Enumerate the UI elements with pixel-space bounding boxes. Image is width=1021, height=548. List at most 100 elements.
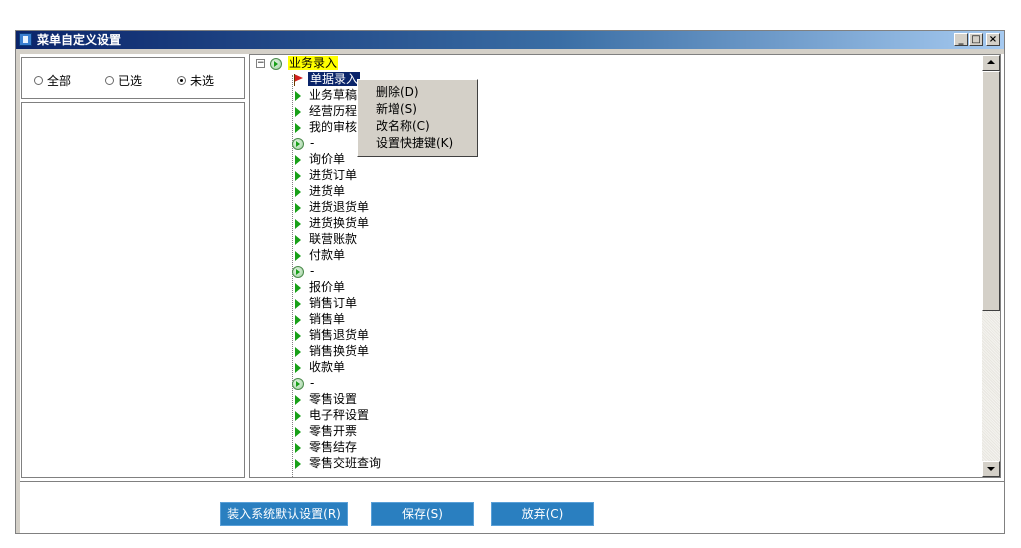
tree-item[interactable]: 进货换货单 [295, 215, 369, 231]
play-arrow-icon [295, 442, 301, 453]
tree-item-label: 零售交班查询 [309, 456, 382, 470]
play-arrow-icon [295, 298, 301, 309]
radio-selected[interactable]: 已选 [105, 72, 142, 89]
menu-tree-panel: − 业务录入 单据录入 业务草稿 经营历程 我的审核 - 询价单 进货订单 进货… [249, 54, 1001, 478]
tree-item-label: - [310, 376, 315, 390]
play-arrow-icon [295, 282, 301, 293]
separator-play-icon [292, 137, 304, 150]
client-area: 全部 已选 未选 − 业务录入 单据录入 业务草稿 经营历程 我的审核 - 询价… [20, 54, 1004, 533]
radio-circle-icon [34, 76, 43, 85]
tree-item-label: 零售结存 [309, 440, 358, 454]
play-arrow-icon [295, 154, 301, 165]
tree-item[interactable]: 报价单 [295, 279, 345, 295]
tree-item[interactable]: 销售换货单 [295, 343, 369, 359]
menu-tree[interactable]: − 业务录入 单据录入 业务草稿 经营历程 我的审核 - 询价单 进货订单 进货… [250, 55, 982, 477]
play-arrow-icon [295, 330, 301, 341]
available-menu-list[interactable] [21, 102, 245, 478]
radio-unselected[interactable]: 未选 [177, 72, 214, 89]
tree-item[interactable]: 进货退货单 [295, 199, 369, 215]
radio-selected-label: 已选 [118, 74, 143, 88]
tree-item[interactable]: 销售订单 [295, 295, 357, 311]
maximize-button[interactable]: □ [969, 33, 983, 46]
play-arrow-icon [295, 314, 301, 325]
tree-separator[interactable]: - [292, 263, 314, 279]
app-icon [19, 33, 32, 46]
tree-item-label: - [310, 136, 315, 150]
radio-unselected-label: 未选 [190, 74, 215, 88]
tree-item-label: 电子秤设置 [309, 408, 370, 422]
tree-item-label: 报价单 [309, 280, 346, 294]
folder-play-icon [270, 57, 282, 70]
context-menu: 删除(D) 新增(S) 改名称(C) 设置快捷键(K) [357, 79, 478, 157]
tree-item[interactable]: 电子秤设置 [295, 407, 369, 423]
tree-item[interactable]: 付款单 [295, 247, 345, 263]
tree-item-label: 销售订单 [309, 296, 358, 310]
separator-play-icon [292, 377, 304, 390]
tree-separator[interactable]: - [292, 375, 314, 391]
tree-item[interactable]: 业务草稿 [295, 87, 357, 103]
tree-item-label: 进货单 [309, 184, 346, 198]
play-arrow-icon [295, 90, 301, 101]
radio-checked-icon [177, 76, 186, 85]
tree-item[interactable]: 进货单 [295, 183, 345, 199]
tree-item-label: 进货退货单 [309, 200, 370, 214]
radio-circle-icon [105, 76, 114, 85]
load-default-button[interactable]: 装入系统默认设置(R) [220, 502, 348, 526]
tree-item[interactable]: 收款单 [295, 359, 345, 375]
play-arrow-icon [295, 458, 301, 469]
tree-item[interactable]: 零售结存 [295, 439, 357, 455]
scroll-down-arrow-icon[interactable] [982, 461, 1000, 477]
scroll-up-arrow-icon[interactable] [982, 55, 1000, 71]
play-arrow-icon [295, 362, 301, 373]
menu-settings-window: 菜单自定义设置 _ □ × 全部 已选 未选 − 业务录入 单据录入 业务草稿 … [15, 30, 1005, 534]
context-menu-rename[interactable]: 改名称(C) [358, 118, 477, 135]
save-button[interactable]: 保存(S) [371, 502, 474, 526]
tree-selected-label: 单据录入 [308, 72, 361, 86]
tree-item-label: 进货订单 [309, 168, 358, 182]
tree-item-label: 销售单 [309, 312, 346, 326]
tree-vertical-scrollbar[interactable] [982, 55, 1000, 477]
tree-item[interactable]: 销售单 [295, 311, 345, 327]
minimize-button[interactable]: _ [954, 33, 968, 46]
tree-item-selected[interactable]: 单据录入 [292, 71, 361, 87]
tree-item[interactable]: 零售开票 [295, 423, 357, 439]
tree-item[interactable]: 销售退货单 [295, 327, 369, 343]
play-arrow-icon [295, 106, 301, 117]
tree-item-label: 联营账款 [309, 232, 358, 246]
tree-item[interactable]: 零售设置 [295, 391, 357, 407]
tree-item-label: 销售换货单 [309, 344, 370, 358]
tree-item[interactable]: 我的审核 [295, 119, 357, 135]
tree-item-label: 零售开票 [309, 424, 358, 438]
button-bar: 装入系统默认设置(R) 保存(S) 放弃(C) [20, 481, 1004, 533]
tree-item[interactable]: 经营历程 [295, 103, 357, 119]
title-bar[interactable]: 菜单自定义设置 _ □ × [16, 31, 1004, 49]
tree-item[interactable]: 零售交班查询 [295, 455, 381, 471]
filter-radio-group: 全部 已选 未选 [21, 57, 245, 99]
play-arrow-icon [295, 234, 301, 245]
tree-item-label: 收款单 [309, 360, 346, 374]
play-arrow-icon [295, 218, 301, 229]
tree-item[interactable]: 询价单 [295, 151, 345, 167]
play-arrow-icon [295, 410, 301, 421]
cancel-button[interactable]: 放弃(C) [491, 502, 594, 526]
play-arrow-icon [295, 186, 301, 197]
flag-icon [292, 73, 304, 87]
play-arrow-icon [295, 394, 301, 405]
scroll-thumb[interactable] [982, 71, 1000, 311]
play-arrow-icon [295, 250, 301, 261]
play-arrow-icon [295, 170, 301, 181]
tree-item-label: 销售退货单 [309, 328, 370, 342]
tree-separator[interactable]: - [292, 135, 314, 151]
collapse-icon[interactable]: − [256, 59, 265, 68]
play-arrow-icon [295, 426, 301, 437]
tree-item-label: - [310, 264, 315, 278]
context-menu-delete[interactable]: 删除(D) [358, 84, 477, 101]
close-button[interactable]: × [986, 33, 1000, 46]
tree-item-label: 付款单 [309, 248, 346, 262]
radio-all[interactable]: 全部 [34, 72, 71, 89]
play-arrow-icon [295, 202, 301, 213]
context-menu-set-shortcut[interactable]: 设置快捷键(K) [358, 135, 477, 152]
context-menu-add[interactable]: 新增(S) [358, 101, 477, 118]
tree-item[interactable]: 联营账款 [295, 231, 357, 247]
tree-item[interactable]: 进货订单 [295, 167, 357, 183]
